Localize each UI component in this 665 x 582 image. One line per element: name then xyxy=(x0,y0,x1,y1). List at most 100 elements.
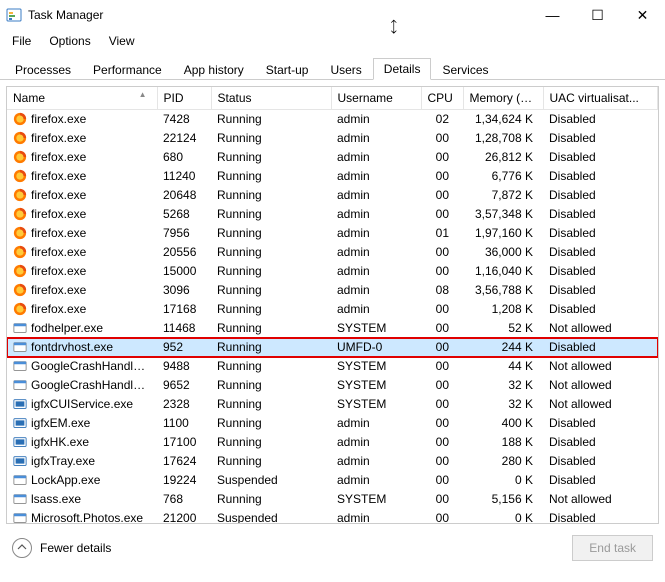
menu-file[interactable]: File xyxy=(4,32,39,50)
close-button[interactable]: ✕ xyxy=(620,0,665,30)
cell-username: UMFD-0 xyxy=(331,338,421,357)
table-row[interactable]: firefox.exe11240Runningadmin006,776 KDis… xyxy=(7,167,658,186)
cell-memory: 0 K xyxy=(463,509,543,525)
table-row[interactable]: firefox.exe17168Runningadmin001,208 KDis… xyxy=(7,300,658,319)
fewer-details-button[interactable]: Fewer details xyxy=(12,538,111,558)
col-status[interactable]: Status xyxy=(211,87,331,110)
firefox-icon xyxy=(13,188,27,202)
table-row[interactable]: igfxTray.exe17624Runningadmin00280 KDisa… xyxy=(7,452,658,471)
cell-memory: 1,16,040 K xyxy=(463,262,543,281)
cell-status: Suspended xyxy=(211,471,331,490)
generic-icon xyxy=(13,321,27,335)
cell-status: Running xyxy=(211,433,331,452)
col-pid[interactable]: PID xyxy=(157,87,211,110)
cell-status: Running xyxy=(211,148,331,167)
cell-status: Running xyxy=(211,186,331,205)
table-row[interactable]: firefox.exe20556Runningadmin0036,000 KDi… xyxy=(7,243,658,262)
cell-uac: Disabled xyxy=(543,433,658,452)
tab-users[interactable]: Users xyxy=(319,59,372,80)
cell-status: Suspended xyxy=(211,509,331,525)
cell-memory: 6,776 K xyxy=(463,167,543,186)
process-table: Name▲ PID Status Username CPU Memory (a.… xyxy=(7,87,658,524)
cell-memory: 26,812 K xyxy=(463,148,543,167)
cell-memory: 5,156 K xyxy=(463,490,543,509)
cell-uac: Not allowed xyxy=(543,490,658,509)
table-row[interactable]: lsass.exe768RunningSYSTEM005,156 KNot al… xyxy=(7,490,658,509)
generic-icon xyxy=(13,511,27,524)
col-uac[interactable]: UAC virtualisat... xyxy=(543,87,658,110)
cell-username: admin xyxy=(331,509,421,525)
cell-cpu: 00 xyxy=(421,395,463,414)
table-row[interactable]: igfxHK.exe17100Runningadmin00188 KDisabl… xyxy=(7,433,658,452)
table-row[interactable]: firefox.exe15000Runningadmin001,16,040 K… xyxy=(7,262,658,281)
cell-uac: Not allowed xyxy=(543,319,658,338)
maximize-button[interactable]: ☐ xyxy=(575,0,620,30)
table-row[interactable]: firefox.exe22124Runningadmin001,28,708 K… xyxy=(7,129,658,148)
menu-options[interactable]: Options xyxy=(41,32,98,50)
table-row[interactable]: igfxEM.exe1100Runningadmin00400 KDisable… xyxy=(7,414,658,433)
process-name: firefox.exe xyxy=(31,188,86,202)
menu-view[interactable]: View xyxy=(101,32,143,50)
cell-memory: 400 K xyxy=(463,414,543,433)
header-row: Name▲ PID Status Username CPU Memory (a.… xyxy=(7,87,658,110)
table-row[interactable]: firefox.exe7428Runningadmin021,34,624 KD… xyxy=(7,110,658,129)
table-row[interactable]: LockApp.exe19224Suspendedadmin000 KDisab… xyxy=(7,471,658,490)
cell-cpu: 00 xyxy=(421,376,463,395)
cell-status: Running xyxy=(211,129,331,148)
cell-uac: Disabled xyxy=(543,205,658,224)
cell-name: firefox.exe xyxy=(7,243,157,262)
cell-pid: 5268 xyxy=(157,205,211,224)
window-title: Task Manager xyxy=(28,8,103,22)
process-name: lsass.exe xyxy=(31,492,81,506)
tab-details[interactable]: Details xyxy=(373,58,432,80)
col-memory[interactable]: Memory (a... xyxy=(463,87,543,110)
table-row[interactable]: Microsoft.Photos.exe21200Suspendedadmin 0… xyxy=(7,509,658,525)
cell-pid: 21200 xyxy=(157,509,211,525)
cell-memory: 1,97,160 K xyxy=(463,224,543,243)
table-row[interactable]: igfxCUIService.exe2328RunningSYSTEM0032 … xyxy=(7,395,658,414)
tab-processes[interactable]: Processes xyxy=(4,59,82,80)
footer-bar: Fewer details End task xyxy=(0,524,665,572)
cell-status: Running xyxy=(211,452,331,471)
col-cpu[interactable]: CPU xyxy=(421,87,463,110)
table-row[interactable]: GoogleCrashHandler...9488RunningSYSTEM00… xyxy=(7,357,658,376)
table-row[interactable]: fontdrvhost.exe952RunningUMFD-000244 KDi… xyxy=(7,338,658,357)
cell-name: firefox.exe xyxy=(7,129,157,148)
cell-uac: Disabled xyxy=(543,129,658,148)
cell-username: admin xyxy=(331,262,421,281)
cell-cpu: 00 xyxy=(421,414,463,433)
tab-startup[interactable]: Start-up xyxy=(255,59,320,80)
cell-cpu: 00 xyxy=(421,262,463,281)
tab-performance[interactable]: Performance xyxy=(82,59,173,80)
col-name-label: Name xyxy=(13,91,45,105)
col-username[interactable]: Username xyxy=(331,87,421,110)
col-name[interactable]: Name▲ xyxy=(7,87,157,110)
process-name: fontdrvhost.exe xyxy=(31,340,113,354)
cell-cpu: 00 xyxy=(421,319,463,338)
end-task-button[interactable]: End task xyxy=(572,535,653,561)
igfx-icon xyxy=(13,397,27,411)
cell-status: Running xyxy=(211,243,331,262)
table-row[interactable]: firefox.exe7956Runningadmin011,97,160 KD… xyxy=(7,224,658,243)
cell-uac: Disabled xyxy=(543,509,658,525)
minimize-button[interactable]: — xyxy=(530,0,575,30)
cell-cpu: 00 xyxy=(421,205,463,224)
table-row[interactable]: firefox.exe680Runningadmin0026,812 KDisa… xyxy=(7,148,658,167)
cell-status: Running xyxy=(211,205,331,224)
table-row[interactable]: firefox.exe20648Runningadmin007,872 KDis… xyxy=(7,186,658,205)
firefox-icon xyxy=(13,150,27,164)
process-name: GoogleCrashHandler... xyxy=(31,378,153,392)
cell-pid: 952 xyxy=(157,338,211,357)
table-row[interactable]: GoogleCrashHandler...9652RunningSYSTEM00… xyxy=(7,376,658,395)
tab-app-history[interactable]: App history xyxy=(173,59,255,80)
cell-pid: 7428 xyxy=(157,110,211,129)
tab-services[interactable]: Services xyxy=(431,59,499,80)
cell-cpu: 01 xyxy=(421,224,463,243)
table-row[interactable]: firefox.exe5268Runningadmin003,57,348 KD… xyxy=(7,205,658,224)
cell-name: Microsoft.Photos.exe xyxy=(7,509,157,525)
table-row[interactable]: fodhelper.exe11468RunningSYSTEM0052 KNot… xyxy=(7,319,658,338)
table-row[interactable]: firefox.exe3096Runningadmin083,56,788 KD… xyxy=(7,281,658,300)
process-table-container: Name▲ PID Status Username CPU Memory (a.… xyxy=(6,86,659,524)
cell-memory: 32 K xyxy=(463,395,543,414)
cell-username: admin xyxy=(331,110,421,129)
